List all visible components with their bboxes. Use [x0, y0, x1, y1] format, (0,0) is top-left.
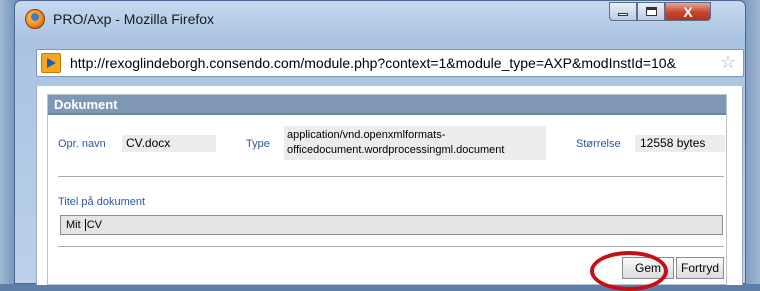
address-bar[interactable]: http://rexoglindeborgh.consendo.com/modu… — [36, 49, 744, 77]
orig-name-label: Opr. navn — [58, 138, 106, 150]
type-value-line1: application/vnd.openxmlformats- — [287, 129, 446, 141]
close-icon: X — [683, 3, 693, 20]
maximize-icon — [645, 7, 657, 16]
title-input[interactable]: Mit CV — [60, 215, 723, 235]
title-input-text-after: CV — [86, 219, 103, 231]
highlight-circle — [590, 251, 668, 291]
minimize-icon — [618, 13, 628, 16]
cancel-button[interactable]: Fortryd — [676, 257, 724, 279]
size-label: Størrelse — [576, 138, 621, 150]
title-field-label: Titel på dokument — [58, 196, 146, 208]
window-title: PRO/Axp - Mozilla Firefox — [53, 11, 215, 27]
type-label: Type — [246, 138, 270, 150]
title-bar[interactable]: PRO/Axp - Mozilla Firefox X — [15, 1, 745, 39]
firefox-icon[interactable] — [25, 9, 45, 29]
divider-lower — [58, 246, 724, 247]
panel-header: Dokument — [48, 95, 726, 115]
divider — [58, 176, 724, 177]
type-value: application/vnd.openxmlformats- officedo… — [284, 126, 546, 160]
site-favicon-icon — [41, 53, 61, 73]
text-caret — [84, 219, 86, 232]
url-text[interactable]: http://rexoglindeborgh.consendo.com/modu… — [70, 55, 710, 71]
star-icon[interactable]: ☆ — [720, 52, 736, 73]
browser-window: PRO/Axp - Mozilla Firefox X http://rexog… — [14, 0, 746, 285]
minimize-button[interactable] — [609, 2, 637, 21]
title-input-text-before: Mit — [66, 219, 84, 231]
maximize-button[interactable] — [637, 2, 665, 21]
type-value-line2: officedocument.wordprocessingml.document — [287, 144, 505, 156]
close-button[interactable]: X — [665, 2, 711, 21]
size-value: 12558 bytes — [635, 135, 725, 152]
orig-name-value: CV.docx — [122, 135, 216, 152]
